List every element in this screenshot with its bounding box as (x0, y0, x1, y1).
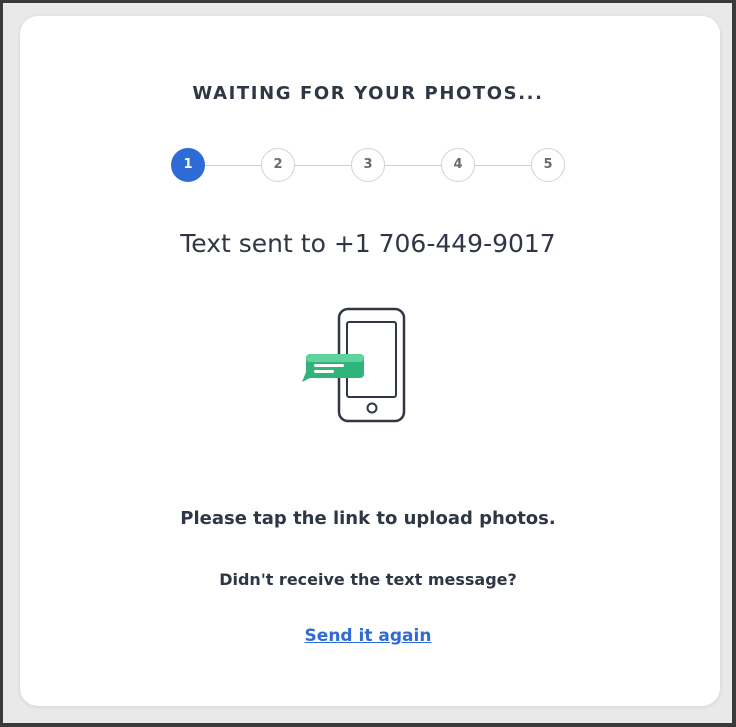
sent-confirmation: Text sent to +1 706-449-9017 (180, 229, 556, 258)
step-1: 1 (171, 148, 205, 182)
upload-instruction: Please tap the link to upload photos. (180, 508, 556, 529)
step-4: 4 (441, 148, 475, 182)
page-title: WAITING FOR YOUR PHOTOS... (192, 83, 544, 104)
send-again-link[interactable]: Send it again (305, 626, 432, 646)
step-connector (475, 165, 532, 166)
step-2: 2 (261, 148, 295, 182)
step-5: 5 (531, 148, 565, 182)
message-bubble-icon (302, 354, 364, 382)
resend-container: Send it again (0, 624, 736, 648)
phone-illustration (302, 307, 406, 423)
phone-with-message-icon (300, 306, 410, 426)
step-connector (385, 165, 442, 166)
progress-stepper: 1 2 3 4 5 (0, 146, 736, 186)
resend-question: Didn't receive the text message? (219, 570, 517, 589)
step-connector (295, 165, 352, 166)
step-3: 3 (351, 148, 385, 182)
step-connector (205, 165, 262, 166)
